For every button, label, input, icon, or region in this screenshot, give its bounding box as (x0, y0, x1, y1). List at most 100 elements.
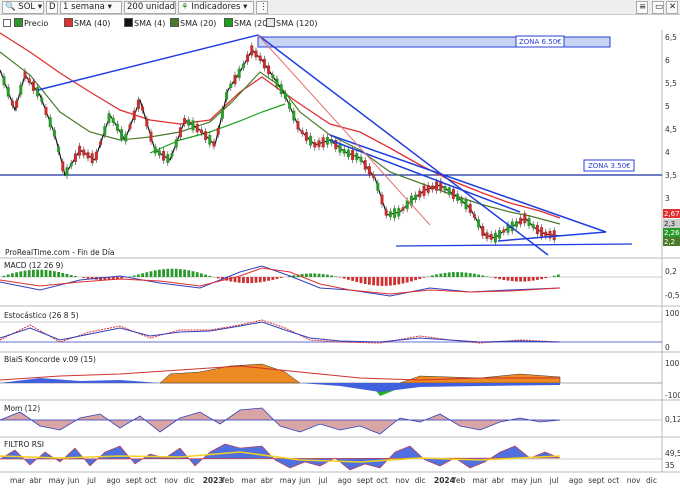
koncorde-panel[interactable]: BlaiS Koncorde v.09 (15) 100 -100 (0, 355, 680, 400)
candle-body (384, 209, 388, 216)
candle-body (195, 124, 199, 133)
downtrend-line-mid[interactable] (329, 134, 607, 233)
candle-body (52, 130, 56, 137)
time-tick: jun (529, 476, 542, 485)
candle-body (86, 152, 90, 159)
candle-body (451, 188, 455, 199)
candle-body (376, 182, 380, 191)
time-tick: sept (588, 476, 604, 485)
macd-bar (389, 277, 392, 286)
candle-body (275, 78, 279, 87)
macd-bar (313, 273, 317, 277)
chart-canvas[interactable]: ZONA 6.50€ ZONA 3.50€ 6,5 6 5,5 5 4,5 4 … (0, 0, 680, 489)
time-tick: feb (222, 476, 234, 485)
candle-body (447, 187, 451, 195)
price-tick: 6 (665, 56, 670, 65)
macd-bar (309, 273, 312, 277)
macd-bar (44, 270, 48, 277)
price-tag-267: 2,67 (664, 210, 680, 218)
candle-body (346, 149, 350, 158)
candle-body (115, 123, 119, 131)
candle-body (367, 166, 371, 175)
macd-title: MACD (12 26 9) (4, 261, 63, 270)
time-tick: sept (357, 476, 373, 485)
macd-bar (65, 273, 69, 277)
macd-bar (263, 277, 266, 282)
candle-body (472, 214, 476, 218)
time-tick: jun (67, 476, 80, 485)
candle-body (246, 54, 250, 62)
support-line[interactable] (395, 243, 633, 247)
time-tick: ago (338, 476, 352, 485)
candle-body (430, 185, 434, 190)
triangle-lower-line[interactable] (497, 231, 607, 242)
candle-body (540, 227, 544, 237)
candle-body (355, 153, 359, 161)
candle-body (300, 130, 304, 134)
candle-body (397, 208, 401, 217)
upper-trendline[interactable] (37, 34, 259, 91)
macd-bar (510, 277, 514, 282)
macd-bar (435, 274, 438, 277)
macd-bar (153, 270, 157, 277)
mom-panel[interactable]: Mom (12) 0,12 (0, 404, 680, 435)
candle-body (372, 174, 376, 178)
candle-body (535, 224, 539, 234)
time-tick: abr (261, 476, 274, 485)
macd-bar (69, 275, 73, 277)
candle-body (124, 134, 128, 142)
candle-body (225, 92, 229, 100)
macd-bar (338, 277, 342, 278)
candle-body (237, 68, 241, 78)
candle-body (48, 117, 52, 128)
macd-bar (23, 270, 27, 277)
macd-bar (552, 275, 556, 277)
candle-body (544, 231, 548, 237)
macd-bar (536, 277, 539, 280)
macd-bar (485, 276, 489, 277)
macd-bar (40, 269, 44, 277)
candle-body (191, 120, 195, 131)
macd-bar (132, 275, 136, 277)
zone-350-label: ZONA 3.50€ (588, 162, 631, 170)
koncorde-axis-tick: -100 (665, 391, 680, 400)
mom-title: Mom (12) (4, 404, 40, 413)
macd-bar (271, 277, 275, 280)
macd-bar (330, 275, 333, 277)
red-trendline[interactable] (257, 34, 431, 226)
candle-body (82, 149, 86, 156)
candle-body (414, 194, 418, 200)
macd-bar (183, 269, 186, 277)
candle-body (388, 211, 392, 218)
macd-bar (246, 277, 249, 284)
candle-body (149, 131, 153, 142)
time-tick: nov (164, 476, 178, 485)
candle-body (2, 76, 6, 86)
stochastic-panel[interactable]: Estocástico (26 8 5) 100 0 (0, 309, 680, 352)
macd-bar (53, 271, 56, 277)
macd-bar (208, 275, 212, 277)
macd-panel[interactable]: MACD (12 26 9) 0,2 -0,5 (0, 261, 680, 300)
macd-bar (506, 277, 510, 281)
stoch-k-line (0, 319, 561, 344)
macd-bar (145, 272, 149, 277)
candle-body (90, 153, 94, 164)
macd-bar (464, 272, 468, 277)
macd-bar (410, 277, 413, 282)
macd-bar (61, 273, 65, 277)
macd-axis-tick: -0,5 (665, 291, 680, 300)
candle-body (267, 65, 271, 75)
short-resistance-line[interactable] (329, 139, 521, 213)
macd-bar (515, 277, 518, 282)
macd-bar (36, 269, 39, 277)
macd-bar (82, 277, 86, 278)
downtrend-line-long[interactable] (257, 34, 549, 256)
candle-body (477, 219, 481, 228)
rsi-panel[interactable]: FILTRO RSI 49,5 35 (0, 440, 680, 471)
macd-bar (368, 277, 371, 285)
candle-body (489, 233, 493, 240)
macd-bar (200, 273, 203, 277)
macd-bar (195, 272, 199, 277)
macd-bar (204, 274, 207, 277)
candle-body (229, 83, 233, 88)
